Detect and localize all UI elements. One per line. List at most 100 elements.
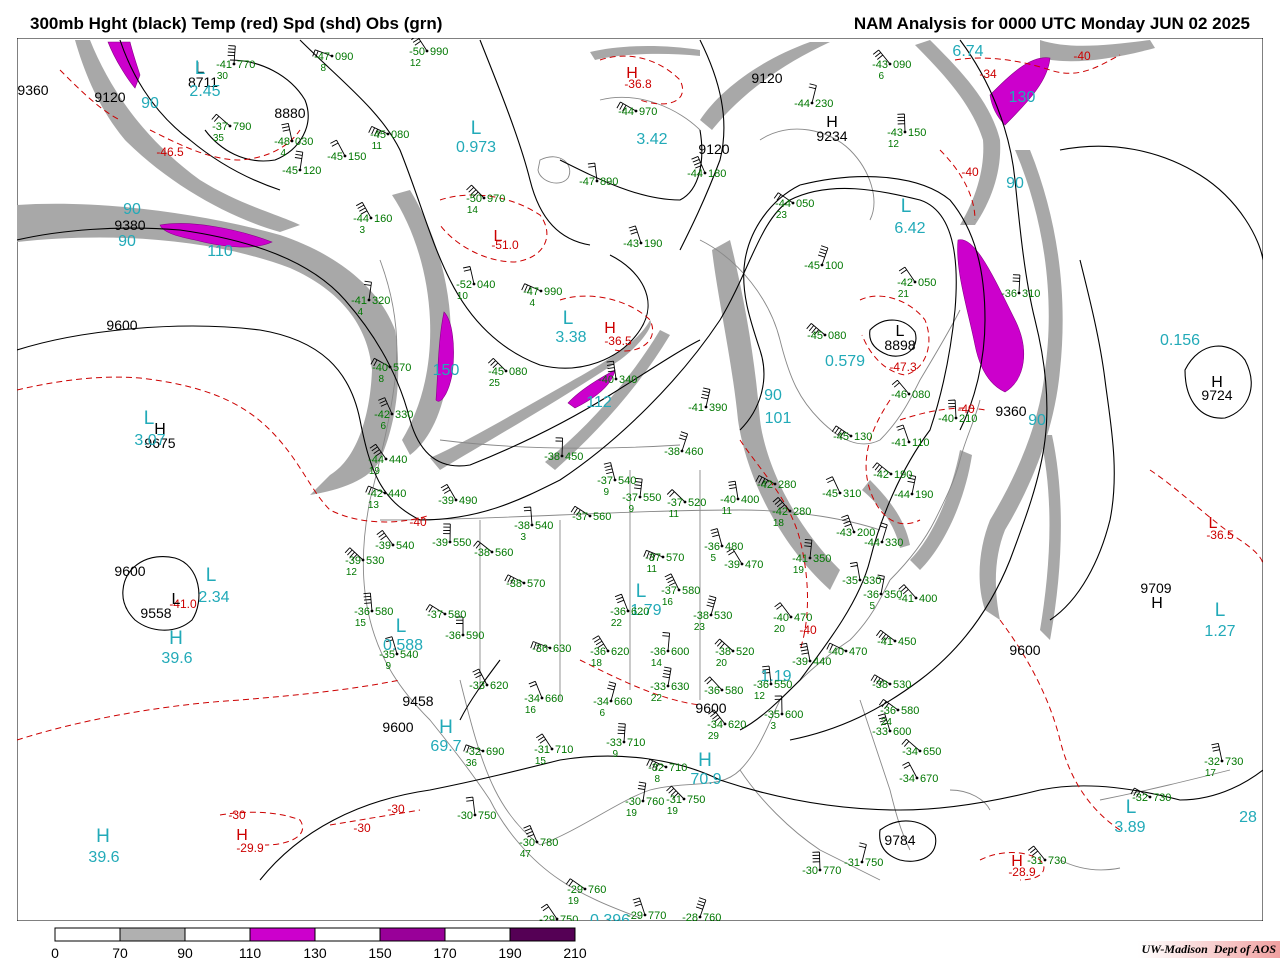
obs-height: 630 <box>553 643 571 655</box>
obs-height: 690 <box>486 746 504 758</box>
obs-temp: -38 <box>506 578 522 590</box>
legend-swatch <box>184 927 251 942</box>
station-dot <box>613 478 617 482</box>
station-dot <box>530 523 534 527</box>
speed-label: 150 <box>433 362 460 379</box>
station-dot <box>482 196 486 200</box>
station-dot <box>583 887 587 891</box>
station-dot <box>634 109 638 113</box>
speed-center-marker: L <box>206 565 217 586</box>
obs-dewpoint: 14 <box>651 658 663 669</box>
speed-label: 39.6 <box>88 849 119 866</box>
height-label: 9120 <box>94 89 125 105</box>
speed-label: 0.579 <box>825 353 865 370</box>
station-dot <box>823 333 827 337</box>
obs-temp: -40 <box>938 413 954 425</box>
obs-height: 660 <box>545 693 563 705</box>
obs-height: 520 <box>736 646 754 658</box>
station-dot <box>386 132 390 136</box>
obs-temp: -44 <box>368 454 384 466</box>
obs-height: 310 <box>1022 288 1040 300</box>
obs-height: 990 <box>544 286 562 298</box>
obs-height: 890 <box>600 176 618 188</box>
speed-legend: 0 70 90 110 130 150 170 190 210 <box>51 927 587 960</box>
obs-temp: -38 <box>715 646 731 658</box>
station-dot <box>818 868 822 872</box>
obs-dewpoint: 4 <box>280 148 286 159</box>
obs-temp: -37 <box>667 497 683 509</box>
height-label: 9600 <box>695 700 726 716</box>
pressure-center-marker: L <box>172 591 181 608</box>
height-label: 8880 <box>274 105 305 121</box>
obs-height: 330 <box>395 409 413 421</box>
obs-height: 230 <box>815 98 833 110</box>
station-dot <box>888 729 892 733</box>
legend-tick-label: 190 <box>498 945 522 960</box>
legend-swatch <box>119 927 186 942</box>
station-dot <box>461 633 465 637</box>
station-dot <box>844 649 848 653</box>
speed-label: 112 <box>586 394 612 411</box>
obs-height: 620 <box>611 646 629 658</box>
height-label: 9600 <box>1009 642 1040 658</box>
obs-temp: -45 <box>833 431 849 443</box>
obs-height: 450 <box>565 451 583 463</box>
obs-temp: -45 <box>327 151 343 163</box>
speed-label: 3.89 <box>1114 819 1145 836</box>
obs-dewpoint: 9 <box>603 487 609 498</box>
obs-temp: -36 <box>610 606 626 618</box>
obs-temp: -36 <box>532 643 548 655</box>
obs-temp: -34 <box>593 696 609 708</box>
temperature-label: -40 <box>799 623 817 637</box>
obs-dewpoint: 12 <box>346 567 358 578</box>
obs-height: 750 <box>865 857 883 869</box>
obs-temp: -42 <box>897 277 913 289</box>
obs-temp: -39 <box>724 559 740 571</box>
obs-dewpoint: 16 <box>662 597 674 608</box>
obs-temp: -43 <box>623 238 639 250</box>
obs-height: 770 <box>237 59 255 71</box>
legend-swatch <box>379 927 446 942</box>
temperature-label: -30 <box>353 821 371 835</box>
obs-dewpoint: 3 <box>520 532 526 543</box>
obs-height: 580 <box>725 685 743 697</box>
obs-temp: -38 <box>514 520 530 532</box>
station-dot <box>677 588 681 592</box>
pressure-center-marker: H <box>626 65 638 82</box>
obs-height: 030 <box>295 136 313 148</box>
obs-temp: -38 <box>544 451 560 463</box>
obs-temp: -34 <box>524 693 540 705</box>
station-dot <box>954 416 958 420</box>
obs-dewpoint: 9 <box>628 504 634 515</box>
obs-temp: -47 <box>523 286 539 298</box>
obs-height: 390 <box>709 402 727 414</box>
speed-label: 3.42 <box>636 131 667 148</box>
station-dot <box>560 454 564 458</box>
station-dot <box>395 652 399 656</box>
obs-temp: -36 <box>704 541 720 553</box>
obs-temp: -41 <box>216 59 232 71</box>
obs-temp: -37 <box>212 121 228 133</box>
speed-label: 3.07 <box>134 432 165 449</box>
obs-dewpoint: 15 <box>355 618 367 629</box>
station-dot <box>641 799 645 803</box>
obs-temp: -44 <box>794 98 810 110</box>
obs-height: 330 <box>863 575 881 587</box>
speed-center-marker: L <box>471 118 482 139</box>
speed-label: 101 <box>765 410 792 427</box>
pressure-center-marker: L <box>896 323 905 340</box>
station-dot <box>370 609 374 613</box>
obs-temp: -37 <box>661 585 677 597</box>
pressure-center-marker: L <box>1209 515 1218 532</box>
obs-height: 340 <box>619 374 637 386</box>
obs-temp: -37 <box>572 511 588 523</box>
obs-height: 710 <box>669 762 687 774</box>
obs-temp: -36 <box>445 630 461 642</box>
obs-height: 590 <box>466 630 484 642</box>
station-dot <box>485 683 489 687</box>
height-label: 9558 <box>140 605 171 621</box>
obs-temp: -40 <box>372 362 388 374</box>
obs-temp: -47 <box>579 176 595 188</box>
station-dot <box>228 124 232 128</box>
obs-height: 620 <box>490 680 508 692</box>
